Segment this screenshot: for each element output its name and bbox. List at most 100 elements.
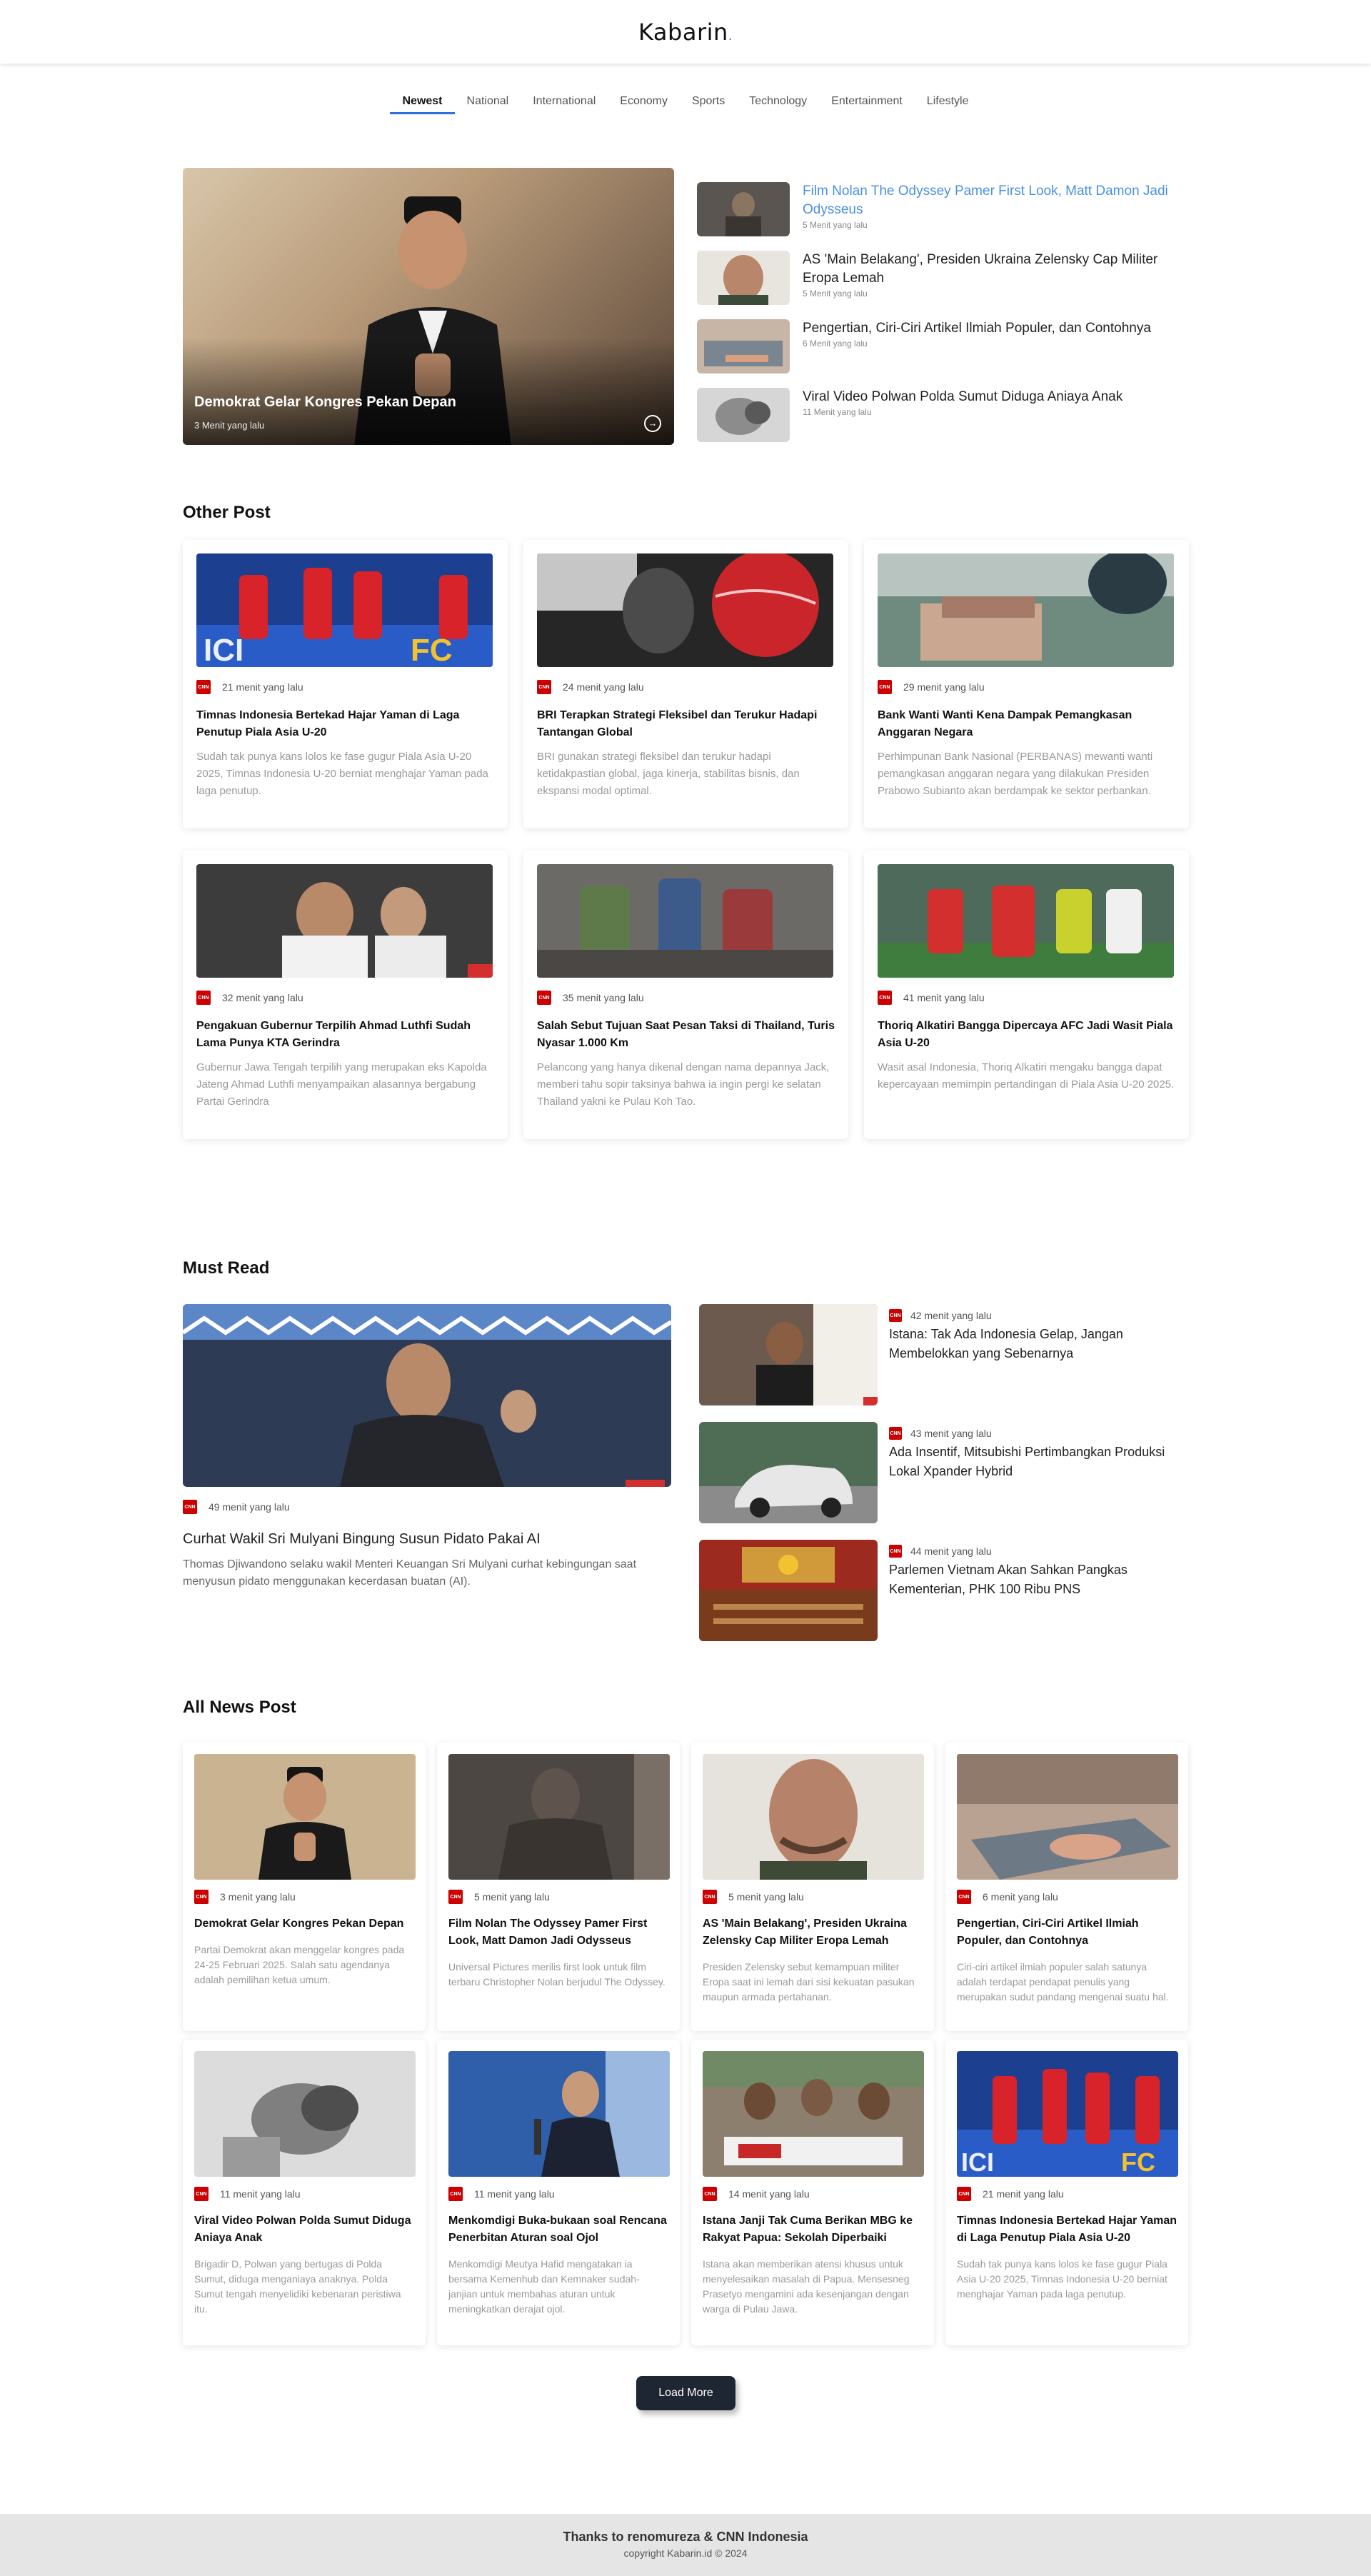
card-image xyxy=(703,2051,924,2177)
card-description: Universal Pictures merilis first look un… xyxy=(448,1961,666,1988)
hero-list-time: 11 Menit yang lalu xyxy=(803,407,872,417)
card-description: Pelancong yang hanya dikenal dengan nama… xyxy=(537,1061,830,1108)
card-image xyxy=(957,1754,1178,1880)
must-read-item[interactable]: CNN 42 menit yang lalu Istana: Tak Ada Ind… xyxy=(699,1304,1192,1405)
card-title: Bank Wanti Wanti Kena Dampak Pemangkasan… xyxy=(878,709,1133,738)
nav-item-national[interactable]: National xyxy=(455,95,521,114)
card-image: ICI FC xyxy=(957,2051,1178,2177)
card-time: 49 menit yang lalu xyxy=(209,1501,290,1513)
card-image xyxy=(448,1754,670,1880)
card-image xyxy=(194,2051,416,2177)
nav-item-newest[interactable]: Newest xyxy=(390,95,455,114)
card-title: AS 'Main Belakang', Presiden Ukraina Zel… xyxy=(703,1918,907,1947)
nav-item-sports[interactable]: Sports xyxy=(680,95,737,114)
site-header: Kabarin. xyxy=(0,0,1371,64)
card-time: 6 menit yang lalu xyxy=(983,1891,1058,1903)
cnn-badge-icon: CNN xyxy=(448,2187,463,2201)
card-time: 11 menit yang lalu xyxy=(220,2188,301,2200)
news-card[interactable]: CNN 3 menit yang lalu Demokrat Gelar Kong… xyxy=(183,1743,426,2031)
card-title: BRI Terapkan Strategi Fleksibel dan Teru… xyxy=(537,709,818,738)
arrow-right-icon[interactable]: → xyxy=(644,415,661,432)
cnn-badge-icon: CNN xyxy=(194,2187,209,2201)
hero-list-item[interactable]: Pengertian, Ciri-Ciri Artikel Ilmiah Pop… xyxy=(697,319,1190,388)
news-card[interactable]: CNN 29 menit yang lalu Bank Wanti Wanti K… xyxy=(864,540,1189,828)
hero-list-title: Film Nolan The Odyssey Pamer First Look,… xyxy=(803,184,1168,217)
card-time: 24 menit yang lalu xyxy=(563,681,644,693)
card-description: Perhimpunan Bank Nasional (PERBANAS) mew… xyxy=(878,751,1153,797)
news-card[interactable]: CNN 24 menit yang lalu BRI Terapkan Strat… xyxy=(523,540,848,828)
site-footer: Thanks to renomureza & CNN Indonesia cop… xyxy=(0,2514,1371,2576)
card-description: Sudah tak punya kans lolos ke fase gugur… xyxy=(196,751,488,797)
card-time: 21 menit yang lalu xyxy=(983,2188,1064,2200)
card-time: 32 menit yang lalu xyxy=(222,992,303,1003)
news-card[interactable]: CNN 11 menit yang lalu Viral Video Polwan… xyxy=(183,2040,426,2345)
hero-time: 3 Menit yang lalu xyxy=(194,420,265,431)
hero-list-item[interactable]: AS 'Main Belakang', Presiden Ukraina Zel… xyxy=(697,251,1190,319)
card-time: 3 menit yang lalu xyxy=(220,1891,296,1903)
cnn-badge-icon: CNN xyxy=(889,1545,902,1558)
hero-title: Demokrat Gelar Kongres Pekan Depan xyxy=(194,394,456,410)
must-read-item[interactable]: CNN 44 menit yang lalu Parlemen Vietnam Ak… xyxy=(699,1540,1192,1641)
nav-item-lifestyle[interactable]: Lifestyle xyxy=(915,95,981,114)
card-title: Viral Video Polwan Polda Sumut Diduga An… xyxy=(194,2215,411,2244)
card-time: 42 menit yang lalu xyxy=(910,1310,992,1321)
card-time: 41 menit yang lalu xyxy=(903,992,985,1003)
nav-item-technology[interactable]: Technology xyxy=(737,95,819,114)
news-card[interactable]: CNN 5 menit yang lalu Film Nolan The Odys… xyxy=(437,1743,680,2031)
cnn-badge-icon: CNN xyxy=(537,680,551,694)
nav-item-entertainment[interactable]: Entertainment xyxy=(819,95,915,114)
card-title: Salah Sebut Tujuan Saat Pesan Taksi di T… xyxy=(537,1020,835,1049)
cnn-badge-icon: CNN xyxy=(889,1427,902,1440)
card-time: 11 menit yang lalu xyxy=(474,2188,555,2200)
hero-list-time: 5 Menit yang lalu xyxy=(803,220,868,230)
site-logo[interactable]: Kabarin. xyxy=(638,19,733,46)
card-title: Film Nolan The Odyssey Pamer First Look,… xyxy=(448,1918,648,1947)
hero-list-item[interactable]: Viral Video Polwan Polda Sumut Diduga An… xyxy=(697,388,1190,456)
hero-list: Film Nolan The Odyssey Pamer First Look,… xyxy=(697,182,1190,456)
cnn-badge-icon: CNN xyxy=(889,1309,902,1322)
card-image xyxy=(878,553,1174,667)
news-card[interactable]: CNN 35 menit yang lalu Salah Sebut Tujuan… xyxy=(523,851,848,1139)
news-card[interactable]: CNN 5 menit yang lalu AS 'Main Belakang',… xyxy=(691,1743,934,2031)
card-title: Menkomdigi Buka-bukaan soal Rencana Pene… xyxy=(448,2215,667,2244)
load-more-button[interactable]: Load More xyxy=(636,2376,735,2410)
card-time: 5 menit yang lalu xyxy=(474,1891,550,1903)
thumb-image xyxy=(697,388,790,442)
news-card[interactable]: CNN 14 menit yang lalu Istana Janji Tak C… xyxy=(691,2040,934,2345)
card-image xyxy=(699,1540,878,1641)
card-description: Thomas Djiwandono selaku wakil Menteri K… xyxy=(183,1558,637,1588)
footer-thanks: Thanks to renomureza & CNN Indonesia xyxy=(563,2530,808,2544)
news-card[interactable]: ICI FC CNN 21 menit yang lalu Timnas Indon… xyxy=(183,540,508,828)
card-time: 35 menit yang lalu xyxy=(563,992,644,1003)
svg-text:ICI: ICI xyxy=(961,2147,994,2177)
must-read-item[interactable]: CNN 43 menit yang lalu Ada Insentif, Mitsu… xyxy=(699,1422,1192,1523)
card-title: Timnas Indonesia Bertekad Hajar Yaman di… xyxy=(957,2215,1177,2244)
card-image xyxy=(183,1304,671,1487)
cnn-badge-icon: CNN xyxy=(194,1890,209,1904)
section-title-must-read: Must Read xyxy=(183,1258,270,1278)
news-card[interactable]: CNN 32 menit yang lalu Pengakuan Gubernur… xyxy=(183,851,508,1139)
card-description: Gubernur Jawa Tengah terpilih yang merup… xyxy=(196,1061,487,1108)
news-card[interactable]: CNN 6 menit yang lalu Pengertian, Ciri-Ci… xyxy=(945,1743,1188,2031)
card-image xyxy=(448,2051,670,2177)
must-read-featured[interactable]: CNN 49 menit yang lalu Curhat Wakil Sri M… xyxy=(183,1304,671,1590)
nav-item-economy[interactable]: Economy xyxy=(608,95,680,114)
nav-item-international[interactable]: International xyxy=(521,95,608,114)
category-nav: Newest National International Economy Sp… xyxy=(0,95,1371,114)
card-description: Istana akan memberikan atensi khusus unt… xyxy=(703,2258,910,2315)
card-description: Sudah tak punya kans lolos ke fase gugur… xyxy=(957,2258,1167,2300)
thumb-image xyxy=(697,319,790,374)
news-card[interactable]: ICI FC CNN 21 menit yang lalu Timnas Indon… xyxy=(945,2040,1188,2345)
cnn-badge-icon: CNN xyxy=(703,1890,717,1904)
news-card[interactable]: CNN 11 menit yang lalu Menkomdigi Buka-bu… xyxy=(437,2040,680,2345)
card-description: Ciri-ciri artikel ilmiah populer salah s… xyxy=(957,1961,1169,2003)
section-title-other-post: Other Post xyxy=(183,503,271,522)
card-time: 29 menit yang lalu xyxy=(903,681,985,693)
hero-list-item[interactable]: Film Nolan The Odyssey Pamer First Look,… xyxy=(697,182,1190,251)
hero-list-title: Pengertian, Ciri-Ciri Artikel Ilmiah Pop… xyxy=(803,321,1151,336)
hero-featured-article[interactable]: Demokrat Gelar Kongres Pekan Depan 3 Men… xyxy=(183,168,674,445)
cnn-badge-icon: CNN xyxy=(196,680,211,694)
news-card[interactable]: CNN 41 menit yang lalu Thoriq Alkatiri Ba… xyxy=(864,851,1189,1139)
footer-copyright: copyright Kabarin.id © 2024 xyxy=(623,2547,748,2559)
card-image: ICI FC xyxy=(196,553,493,667)
